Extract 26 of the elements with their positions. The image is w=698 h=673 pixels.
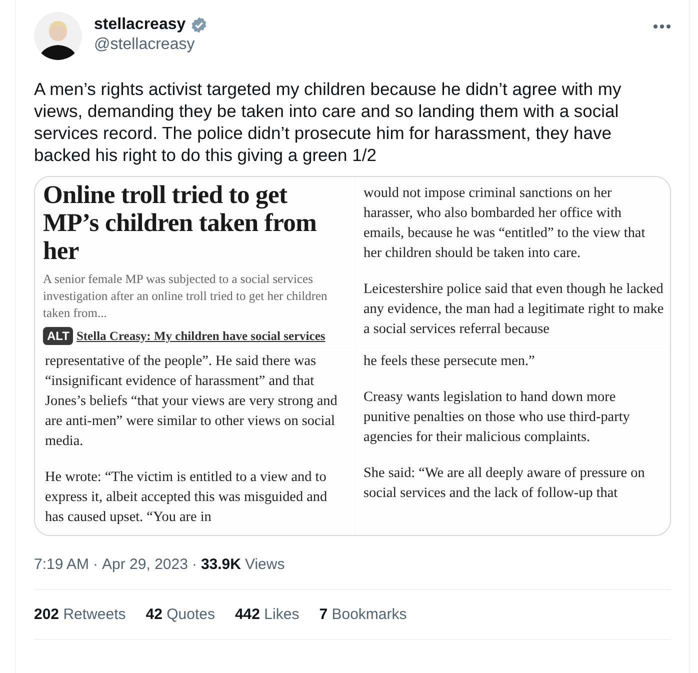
engagement-stat[interactable]: 442 Likes	[234, 606, 300, 623]
article-headline: Online troll tried to get MP’s children taken from her	[43, 181, 318, 265]
engagement-stat[interactable]: 202 Retweets	[34, 606, 126, 623]
article-paragraph: would not impose criminal sanctions on her harasser, who also bombarded her office with emails, because he was “entitled” to the view that her children should be taken into care.	[364, 184, 646, 263]
article-paragraph: he feels these persecute men.”	[364, 352, 536, 371]
engagement-stat[interactable]: 42 Quotes	[146, 606, 215, 623]
engagement-stat[interactable]: 7 Bookmarks	[319, 606, 407, 623]
article-link: Stella Creasy: My children have social services	[76, 328, 326, 344]
more-icon[interactable]	[653, 24, 671, 29]
separator-dot: ·	[93, 556, 98, 573]
article-paragraph: representative of the people”. He said there was “insignificant evidence of harassment” and that Jones’s beliefs “that your views are very strong and are anti-men” were similar to other views on social media.	[45, 352, 338, 451]
article-paragraph: Creasy wants legislation to hand down more punitive penalties on those who use third-party agencies for their malicious complaints.	[364, 388, 631, 447]
alt-badge[interactable]: ALT	[43, 327, 74, 345]
tweet-date[interactable]: Apr 29, 2023	[102, 556, 188, 573]
views-count: 33.9K	[200, 556, 241, 573]
views-label: Views	[244, 556, 285, 573]
avatar[interactable]	[34, 12, 82, 60]
user-handle[interactable]: @stellacreasy	[94, 36, 641, 54]
tweet-text: A men’s rights activist targeted my children because he didn’t agree with my views, demanding they be taken into care and so landing them with a social services record. The police didn’t prosecute him for harassment, they have backed his right to do this giving a green 1/2	[34, 78, 622, 166]
display-name[interactable]: stellacreasy	[94, 16, 186, 34]
separator-dot: ·	[192, 556, 197, 573]
article-standfirst: A senior female MP was subjected to a social services investigation after an online troll tried to get her children taken from...	[43, 271, 328, 322]
article-paragraph: She said: “We are all deeply aware of pressure on social services and the lack of follow-up that	[364, 464, 646, 503]
tweet-time[interactable]: 7:19 AM	[34, 556, 90, 573]
article-paragraph: He wrote: “The victim is entitled to a view and to express it, albeit accepted this was misguided and has caused upset. “You are in	[45, 468, 328, 527]
article-paragraph: Leicestershire police said that even though he lacked any evidence, the man had a legitimate right to make a social services referral because	[364, 280, 664, 339]
